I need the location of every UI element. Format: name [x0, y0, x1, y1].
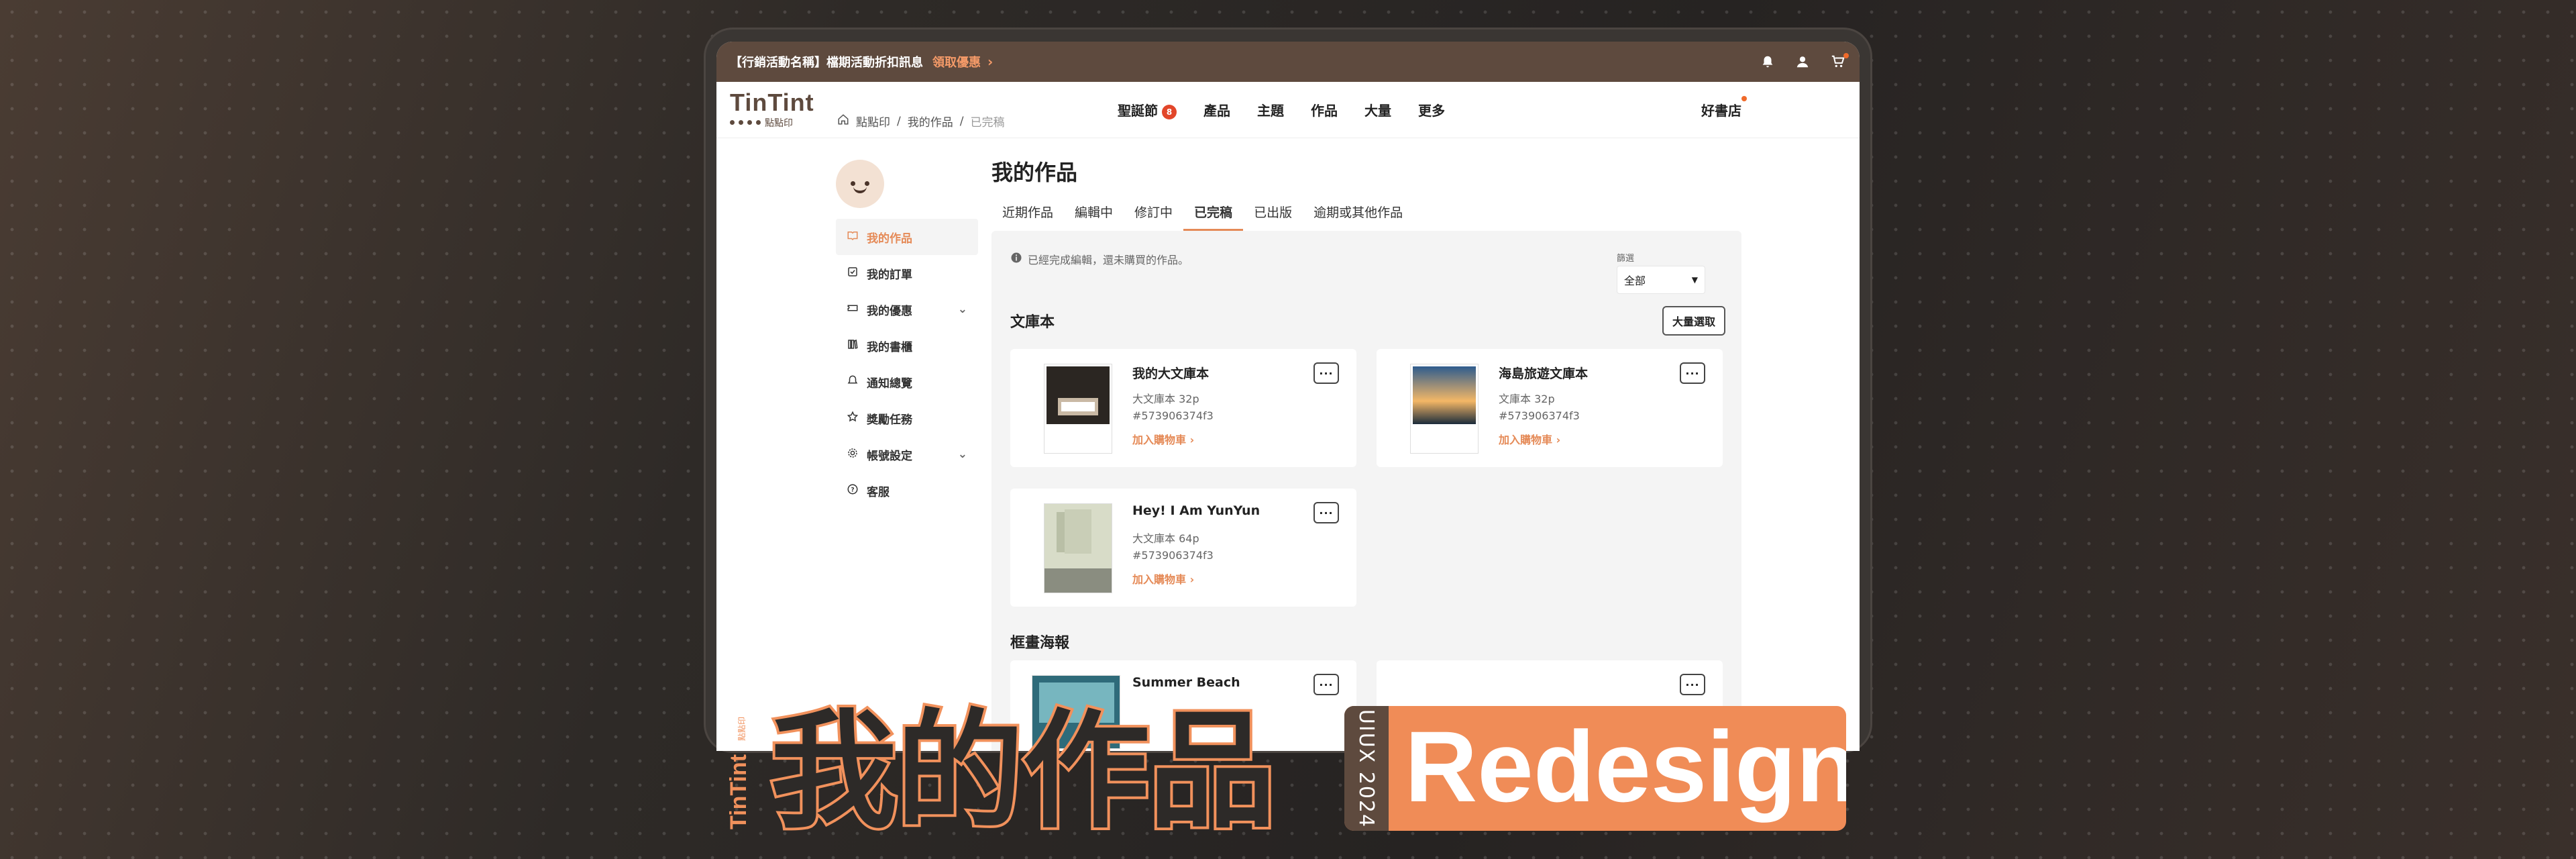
svg-text:點點印: 點點印	[737, 717, 747, 741]
gear-icon	[847, 447, 859, 462]
work-meta: 文庫本 32p #573906374f3	[1499, 393, 1580, 422]
cart-icon[interactable]	[1830, 53, 1849, 69]
section-title: 框畫海報	[1010, 635, 1070, 652]
svg-text:TinTint: TinTint	[726, 754, 751, 829]
section-title: 文庫本	[1010, 314, 1055, 331]
add-to-cart-link[interactable]: 加入購物車 ›	[1132, 570, 1194, 587]
book-cover-image	[1410, 364, 1479, 454]
sidebar-item-support[interactable]: ? 客服	[836, 472, 978, 509]
logo-subtitle: 點點印	[765, 117, 793, 129]
info-icon	[1010, 252, 1022, 266]
sidebar: 我的作品 我的訂單 我的優惠 ⌄ 我的書櫃 通知總覽 獎勵任務 帳號設定 ⌄ ?…	[836, 219, 978, 509]
works-panel: 已經完成編輯，還未購買的作品。 篩選 全部 ▼ 文庫本 大量選取 我的大文庫本 …	[991, 231, 1741, 751]
more-options-button[interactable]: ···	[1680, 674, 1705, 695]
sidebar-item-coupons[interactable]: 我的優惠 ⌄	[836, 291, 978, 327]
sidebar-item-account[interactable]: 帳號設定 ⌄	[836, 436, 978, 472]
more-options-button[interactable]: ···	[1313, 502, 1339, 523]
logo-name: TinTint	[730, 88, 814, 116]
bookshelf-icon	[847, 338, 859, 354]
tab-published[interactable]: 已出版	[1243, 196, 1303, 232]
bell-icon	[847, 374, 859, 390]
chevron-down-icon[interactable]: ⌄	[958, 448, 967, 461]
info-note: 已經完成編輯，還未購買的作品。	[1010, 251, 1189, 267]
breadcrumb-current: 已完稿	[970, 116, 1005, 130]
sort-select[interactable]: 全部 ▼	[1617, 266, 1705, 294]
sidebar-item-bookshelf[interactable]: 我的書櫃	[836, 327, 978, 364]
nav-badge: 8	[1162, 104, 1177, 119]
promo-cta-link[interactable]: 領取優惠	[932, 53, 981, 70]
banner-title: 我的作品	[767, 697, 1279, 846]
work-status-tabs: 近期作品 編輯中 修訂中 已完稿 已出版 逾期或其他作品	[991, 196, 1413, 232]
work-card[interactable]: 海島旅遊文庫本 文庫本 32p #573906374f3 加入購物車 › ···	[1377, 349, 1723, 467]
work-title: 海島旅遊文庫本	[1499, 366, 1589, 381]
sidebar-item-rewards[interactable]: 獎勵任務	[836, 400, 978, 436]
main-navigation: TinTint 點點印 聖誕節 8 產品 主題 作品 大量 更多 好書店	[716, 82, 1860, 138]
chevron-right-icon[interactable]: ›	[987, 54, 993, 70]
nav-item-themes[interactable]: 主題	[1257, 100, 1284, 119]
nav-item-bulk[interactable]: 大量	[1364, 100, 1391, 119]
checklist-icon	[847, 266, 859, 281]
home-icon[interactable]	[837, 113, 849, 129]
promo-bar: 【行銷活動名稱】檔期活動折扣訊息 領取優惠 ›	[716, 42, 1860, 82]
work-meta: 大文庫本 64p #573906374f3	[1132, 532, 1214, 562]
work-card[interactable]: 我的大文庫本 大文庫本 32p #573906374f3 加入購物車 › ···	[1010, 349, 1356, 467]
nav-shop-link[interactable]: 好書店	[1701, 96, 1747, 119]
avatar[interactable]	[836, 160, 884, 208]
promo-text: 【行銷活動名稱】檔期活動折扣訊息	[730, 56, 923, 70]
tab-expired-other[interactable]: 逾期或其他作品	[1303, 196, 1413, 232]
svg-text:?: ?	[851, 487, 854, 493]
breadcrumb-home[interactable]: 點點印	[856, 113, 890, 130]
breadcrumb-works[interactable]: 我的作品	[908, 113, 953, 130]
redesign-badge: UIUX 2024 Redesign	[1344, 706, 1846, 831]
ticket-icon	[847, 302, 859, 317]
sidebar-item-my-works[interactable]: 我的作品	[836, 219, 978, 255]
sidebar-item-notifications[interactable]: 通知總覽	[836, 364, 978, 400]
book-icon	[847, 230, 859, 245]
nav-menu: 聖誕節 8 產品 主題 作品 大量 更多	[1118, 100, 1445, 119]
bell-icon[interactable]	[1760, 54, 1775, 69]
add-to-cart-link[interactable]: 加入購物車 ›	[1499, 431, 1560, 447]
work-card[interactable]: Hey! I Am YunYun 大文庫本 64p #573906374f3 加入…	[1010, 489, 1356, 607]
more-options-button[interactable]: ···	[1680, 362, 1705, 384]
book-cover-image	[1044, 364, 1112, 454]
work-meta: 大文庫本 32p #573906374f3	[1132, 393, 1214, 422]
work-title: Summer Beach	[1132, 675, 1240, 690]
device-frame: 【行銷活動名稱】檔期活動折扣訊息 領取優惠 › TinTint 點點印 聖誕節 …	[706, 30, 1870, 751]
brand-logo[interactable]: TinTint 點點印	[730, 88, 814, 130]
tab-recent[interactable]: 近期作品	[991, 196, 1064, 232]
caret-down-icon: ▼	[1691, 275, 1698, 285]
nav-item-christmas[interactable]: 聖誕節 8	[1118, 100, 1177, 119]
year-strip: UIUX 2024	[1344, 706, 1389, 831]
more-options-button[interactable]: ···	[1313, 362, 1339, 384]
sidebar-item-orders[interactable]: 我的訂單	[836, 255, 978, 291]
nav-item-works[interactable]: 作品	[1311, 100, 1338, 119]
sort-label: 篩選	[1617, 254, 1635, 264]
book-cover-image	[1044, 503, 1112, 593]
tab-completed[interactable]: 已完稿	[1183, 196, 1244, 232]
nav-item-products[interactable]: 產品	[1203, 100, 1230, 119]
work-title: 我的大文庫本	[1132, 366, 1210, 381]
banner-brand-logo: TinTint 點點印	[724, 715, 754, 829]
question-icon: ?	[847, 483, 859, 499]
star-icon	[847, 411, 859, 426]
page-title: 我的作品	[991, 160, 1078, 185]
redesign-label: Redesign	[1405, 710, 1846, 823]
tab-revising[interactable]: 修訂中	[1124, 196, 1183, 232]
nav-item-more[interactable]: 更多	[1418, 100, 1445, 119]
app-screen: 【行銷活動名稱】檔期活動折扣訊息 領取優惠 › TinTint 點點印 聖誕節 …	[716, 42, 1860, 751]
chevron-down-icon[interactable]: ⌄	[958, 303, 967, 316]
user-icon[interactable]	[1795, 54, 1810, 69]
logo-dots-icon	[730, 120, 761, 125]
work-title: Hey! I Am YunYun	[1132, 503, 1260, 518]
more-options-button[interactable]: ···	[1313, 674, 1339, 695]
bulk-select-button[interactable]: 大量選取	[1662, 306, 1725, 336]
tab-editing[interactable]: 編輯中	[1064, 196, 1124, 232]
add-to-cart-link[interactable]: 加入購物車 ›	[1132, 431, 1194, 447]
year-label: UIUX 2024	[1354, 709, 1379, 828]
breadcrumb: 點點印 / 我的作品 / 已完稿	[837, 113, 1004, 130]
